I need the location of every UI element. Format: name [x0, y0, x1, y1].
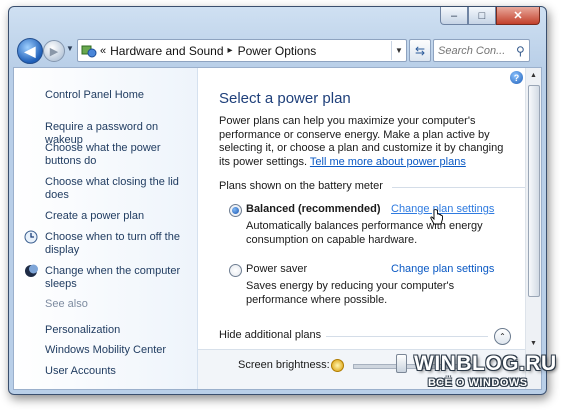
power-buttons-link[interactable]: Choose what the power buttons do: [45, 142, 193, 168]
sleep-moon-icon: [24, 264, 38, 278]
hide-additional-plans-label[interactable]: Hide additional plans: [219, 329, 321, 341]
navigation-bar: ◀ ▶ ▼ « Hardware and Sound ▸ Power Optio…: [15, 36, 540, 66]
brightness-slider-thumb[interactable]: [396, 354, 407, 373]
balanced-plan-name[interactable]: Balanced (recommended): [246, 203, 380, 215]
closing-lid-link[interactable]: Choose what closing the lid does: [45, 176, 193, 202]
power-saver-change-settings-link[interactable]: Change plan settings: [391, 263, 494, 275]
section-divider: [392, 187, 526, 188]
search-icon[interactable]: ⚲: [516, 44, 525, 58]
mobility-center-link[interactable]: Windows Mobility Center: [45, 344, 193, 357]
main-pane: ? Select a power plan Power plans can he…: [198, 68, 526, 389]
forward-arrow-icon: ▶: [49, 45, 59, 58]
user-accounts-link[interactable]: User Accounts: [45, 365, 193, 378]
balanced-description: Automatically balances performance with …: [246, 220, 483, 246]
see-also-heading: See also: [45, 298, 88, 310]
breadcrumb-separator[interactable]: ▸: [228, 45, 233, 56]
battery-meter-plans-heading: Plans shown on the battery meter: [219, 180, 383, 192]
content-area: Control Panel Home Require a password on…: [13, 67, 542, 390]
brightness-sun-icon: [331, 359, 344, 372]
collapse-chevron-icon[interactable]: ⌃: [494, 328, 511, 345]
minimize-button[interactable]: –: [440, 7, 468, 25]
power-options-window: – □ ✕ ◀ ▶ ▼ « Hardware and Sound ▸ Power…: [8, 6, 547, 395]
screen-brightness-label: Screen brightness:: [238, 359, 330, 371]
task-pane: Control Panel Home Require a password on…: [14, 68, 198, 389]
address-overflow[interactable]: «: [100, 45, 106, 57]
caption-buttons: – □ ✕: [440, 7, 540, 25]
turn-off-display-link[interactable]: Choose when to turn off the display: [45, 231, 193, 257]
help-icon[interactable]: ?: [510, 71, 523, 84]
hide-plans-divider: [326, 336, 488, 337]
vertical-scrollbar[interactable]: ▲ ▼: [525, 68, 541, 389]
create-power-plan-link[interactable]: Create a power plan: [45, 210, 193, 223]
intro-text: Power plans can help you maximize your c…: [219, 115, 517, 169]
scrollbar-thumb[interactable]: [528, 85, 540, 297]
forward-button[interactable]: ▶: [43, 40, 65, 62]
balanced-radio[interactable]: [229, 204, 242, 217]
refresh-icon: ⇆: [414, 43, 426, 58]
watermark-subtitle: ВСЁ О WINDOWS: [428, 377, 528, 389]
breadcrumb-power-options[interactable]: Power Options: [238, 44, 317, 58]
hand-cursor-icon: [430, 209, 444, 232]
learn-more-link[interactable]: Tell me more about power plans: [310, 156, 466, 168]
search-box[interactable]: ⚲: [433, 39, 530, 62]
watermark-title: WINBLOG.RU: [414, 352, 557, 375]
page-title: Select a power plan: [219, 90, 351, 107]
address-bar[interactable]: « Hardware and Sound ▸ Power Options ▼: [77, 39, 407, 62]
personalization-link[interactable]: Personalization: [45, 324, 193, 337]
refresh-button[interactable]: ⇆: [409, 39, 431, 62]
power-saver-radio[interactable]: [229, 264, 242, 277]
power-saver-plan-name[interactable]: Power saver: [246, 263, 307, 275]
address-dropdown-icon[interactable]: ▼: [391, 41, 406, 60]
winblog-watermark: WINBLOG.RU ВСЁ О WINDOWS: [414, 352, 556, 398]
breadcrumb-hardware-and-sound[interactable]: Hardware and Sound: [110, 44, 223, 58]
scroll-down-arrow-icon[interactable]: ▼: [526, 336, 541, 351]
control-panel-home-link[interactable]: Control Panel Home: [45, 89, 193, 102]
computer-sleeps-link[interactable]: Change when the computer sleeps: [45, 265, 193, 291]
back-arrow-icon: ◀: [24, 42, 36, 59]
recent-pages-dropdown[interactable]: ▼: [66, 44, 74, 53]
display-clock-icon: [24, 230, 38, 244]
scroll-up-arrow-icon[interactable]: ▲: [526, 68, 541, 83]
control-panel-icon: [81, 43, 97, 59]
close-button[interactable]: ✕: [496, 7, 540, 25]
power-saver-description: Saves energy by reducing your computer's…: [246, 280, 455, 306]
search-input[interactable]: [434, 43, 514, 58]
maximize-button[interactable]: □: [468, 7, 496, 25]
back-button[interactable]: ◀: [17, 38, 43, 64]
